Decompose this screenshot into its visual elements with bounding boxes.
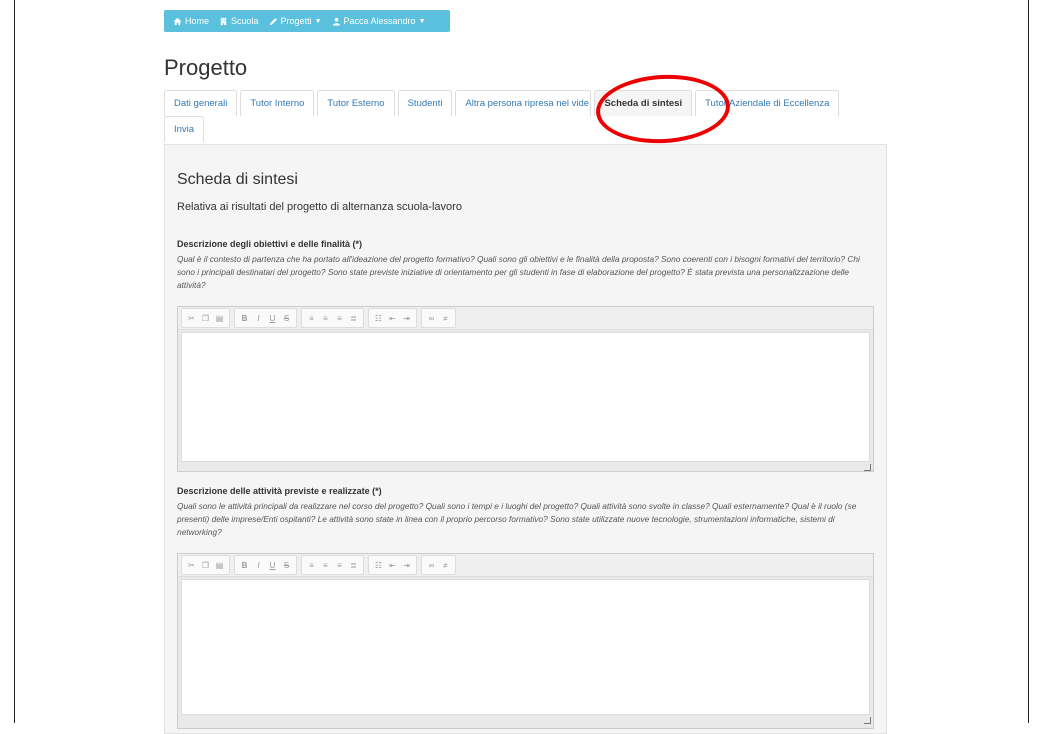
section-label: Descrizione delle attività previste e re… [177, 486, 382, 496]
link-icon[interactable]: ∞ [427, 561, 436, 570]
nav-home-label: Home [185, 16, 210, 26]
toolbar-group-format: B I U S [234, 308, 297, 328]
justify-icon[interactable]: ≣ [349, 314, 358, 323]
resize-handle-icon[interactable] [864, 464, 871, 471]
panel-title: Scheda di sintesi [177, 171, 298, 188]
toolbar-group-align: ≡ ≡ ≡ ≣ [301, 555, 364, 575]
bold-button[interactable]: B [240, 314, 249, 323]
nav-user[interactable]: Pacca Alessandro ▼ [327, 16, 431, 26]
section-attivita: Descrizione delle attività previste e re… [177, 486, 877, 539]
editor-textarea[interactable] [181, 332, 870, 462]
editor-toolbar: ✂ ❐ ▤ B I U S ≡ ≡ ≡ ≣ ☷ ⇤ ⇥ ∞ ≠ [178, 307, 873, 330]
toolbar-group-list: ☷ ⇤ ⇥ [368, 308, 417, 328]
editor-footer [178, 715, 873, 725]
underline-button[interactable]: U [268, 561, 277, 570]
unlink-icon[interactable]: ≠ [441, 314, 450, 323]
toolbar-group-align: ≡ ≡ ≡ ≣ [301, 308, 364, 328]
nav-home[interactable]: Home [168, 16, 214, 26]
tab-tutor-esterno[interactable]: Tutor Esterno [317, 90, 395, 116]
underline-button[interactable]: U [268, 314, 277, 323]
outdent-icon[interactable]: ⇤ [388, 314, 397, 323]
nav-user-label: Pacca Alessandro [343, 16, 416, 26]
tab-invia[interactable]: Invia [164, 116, 205, 142]
tab-altra-persona[interactable]: Altra persona ripresa nel vide [455, 90, 592, 116]
home-icon [173, 17, 182, 25]
chevron-down-icon: ▼ [418, 17, 426, 25]
unlink-icon[interactable]: ≠ [441, 561, 450, 570]
nav-progetti-label: Progetti [280, 16, 312, 26]
toolbar-group-list: ☷ ⇤ ⇥ [368, 555, 417, 575]
strike-button[interactable]: S [282, 314, 291, 323]
cut-icon[interactable]: ✂ [187, 314, 196, 323]
bullet-list-icon[interactable]: ☷ [374, 561, 383, 570]
top-navbar: Home Scuola Progetti ▼ Pacca Alessandro … [164, 10, 450, 32]
nav-progetti[interactable]: Progetti ▼ [264, 16, 327, 26]
nav-scuola-label: Scuola [231, 16, 259, 26]
tab-tutor-aziendale[interactable]: Tutor Aziendale di Eccellenza [695, 90, 840, 116]
align-left-icon[interactable]: ≡ [307, 561, 316, 570]
paste-icon[interactable]: ▤ [215, 314, 224, 323]
italic-button[interactable]: I [254, 314, 263, 323]
align-right-icon[interactable]: ≡ [335, 314, 344, 323]
italic-button[interactable]: I [254, 561, 263, 570]
tab-studenti[interactable]: Studenti [397, 90, 453, 116]
building-icon [220, 17, 227, 25]
indent-icon[interactable]: ⇥ [402, 314, 411, 323]
nav-scuola[interactable]: Scuola [214, 16, 264, 26]
align-center-icon[interactable]: ≡ [321, 314, 330, 323]
user-icon [332, 17, 340, 26]
pencil-icon [269, 17, 277, 25]
tab-dati-generali[interactable]: Dati generali [164, 90, 238, 116]
toolbar-group-link: ∞ ≠ [421, 308, 456, 328]
tab-row-1: Dati generali Tutor Interno Tutor Estern… [164, 90, 884, 116]
strike-button[interactable]: S [282, 561, 291, 570]
paste-icon[interactable]: ▤ [215, 561, 224, 570]
align-right-icon[interactable]: ≡ [335, 561, 344, 570]
link-icon[interactable]: ∞ [427, 314, 436, 323]
outdent-icon[interactable]: ⇤ [388, 561, 397, 570]
toolbar-group-format: B I U S [234, 555, 297, 575]
toolbar-group-link: ∞ ≠ [421, 555, 456, 575]
editor-textarea[interactable] [181, 579, 870, 715]
editor-footer [178, 462, 873, 472]
align-left-icon[interactable]: ≡ [307, 314, 316, 323]
tab-bar: Dati generali Tutor Interno Tutor Estern… [164, 90, 884, 142]
chevron-down-icon: ▼ [314, 17, 322, 25]
toolbar-group-clipboard: ✂ ❐ ▤ [181, 308, 230, 328]
copy-icon[interactable]: ❐ [201, 314, 210, 323]
bullet-list-icon[interactable]: ☷ [374, 314, 383, 323]
scheda-panel: Scheda di sintesi Relativa ai risultati … [164, 144, 887, 734]
editor-toolbar: ✂ ❐ ▤ B I U S ≡ ≡ ≡ ≣ ☷ ⇤ ⇥ ∞ ≠ [178, 554, 873, 577]
section-help: Quali sono le attività principali da rea… [177, 501, 857, 537]
section-obiettivi: Descrizione degli obiettivi e delle fina… [177, 239, 877, 292]
align-center-icon[interactable]: ≡ [321, 561, 330, 570]
section-label: Descrizione degli obiettivi e delle fina… [177, 239, 363, 249]
tab-scheda-di-sintesi[interactable]: Scheda di sintesi [594, 90, 693, 116]
copy-icon[interactable]: ❐ [201, 561, 210, 570]
tab-row-2: Invia [164, 116, 884, 142]
bold-button[interactable]: B [240, 561, 249, 570]
indent-icon[interactable]: ⇥ [402, 561, 411, 570]
page-title: Progetto [164, 55, 248, 80]
editor-obiettivi: ✂ ❐ ▤ B I U S ≡ ≡ ≡ ≣ ☷ ⇤ ⇥ ∞ ≠ [177, 306, 874, 472]
section-help: Qual è il contesto di partenza che ha po… [177, 254, 860, 290]
tab-tutor-interno[interactable]: Tutor Interno [240, 90, 315, 116]
panel-subtitle: Relativa ai risultati del progetto di al… [177, 201, 462, 213]
cut-icon[interactable]: ✂ [187, 561, 196, 570]
justify-icon[interactable]: ≣ [349, 561, 358, 570]
editor-attivita: ✂ ❐ ▤ B I U S ≡ ≡ ≡ ≣ ☷ ⇤ ⇥ ∞ ≠ [177, 553, 874, 729]
toolbar-group-clipboard: ✂ ❐ ▤ [181, 555, 230, 575]
